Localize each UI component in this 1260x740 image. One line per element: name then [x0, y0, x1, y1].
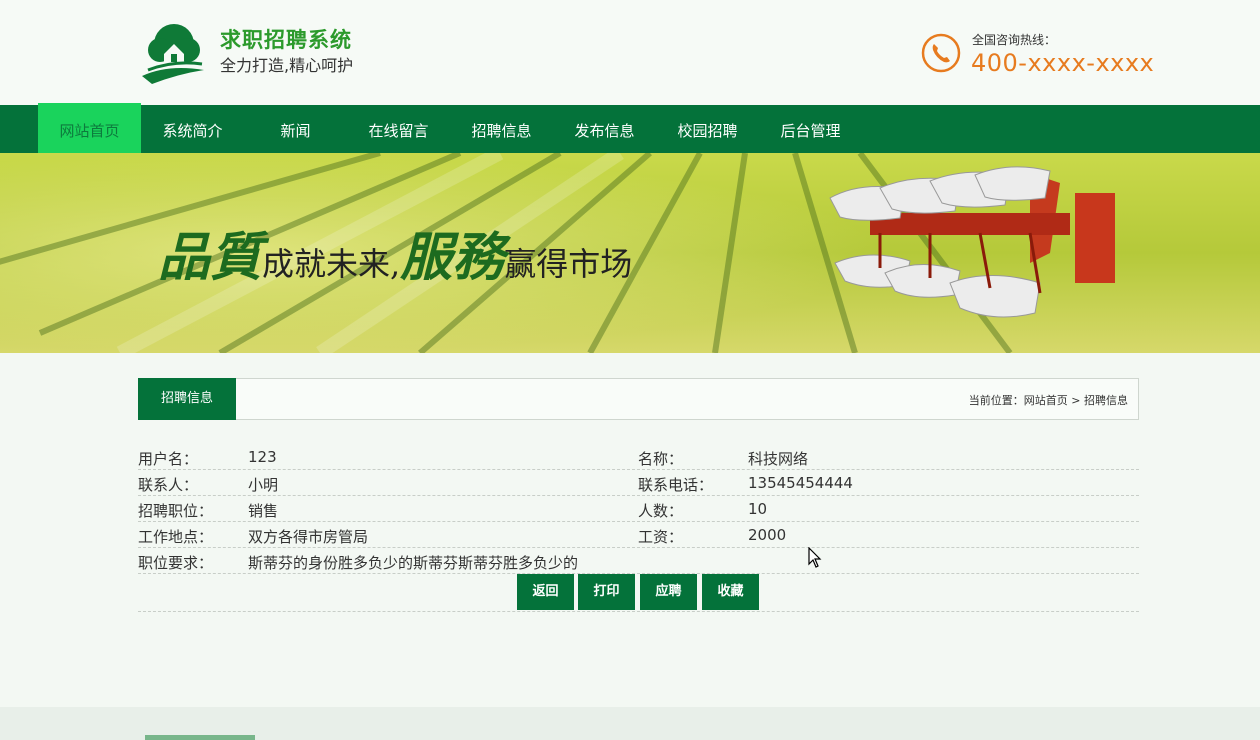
- banner-slogan-quality: 品質: [158, 227, 263, 288]
- site-header: 求职招聘系统 全力打造,精心呵护 全国咨询热线： 400-xxxx-xxxx: [0, 0, 1260, 105]
- site-footer: [0, 707, 1260, 740]
- hotline-number: 400-xxxx-xxxx: [971, 49, 1155, 77]
- action-bar: 返回 打印 应聘 收藏: [138, 574, 1139, 612]
- site-slogan: 全力打造,精心呵护: [220, 56, 354, 75]
- nav-item-campus[interactable]: 校园招聘: [656, 105, 759, 153]
- nav-item-messages[interactable]: 在线留言: [347, 105, 450, 153]
- username-label: 用户名：: [138, 450, 199, 468]
- hero-banner: 品質成就未来,服務赢得市场: [0, 153, 1260, 353]
- breadcrumb: 当前位置：网站首页 > 招聘信息: [968, 394, 1128, 407]
- house-tree-logo-icon: [142, 24, 204, 84]
- nav-item-news[interactable]: 新闻: [244, 105, 347, 153]
- phone-value: 13545454444: [748, 474, 853, 492]
- detail-row: 联系人： 小明 联系电话： 13545454444: [138, 470, 1139, 496]
- contact-value: 小明: [248, 476, 279, 494]
- phone-label: 联系电话：: [638, 476, 714, 494]
- nav-item-publish[interactable]: 发布信息: [553, 105, 656, 153]
- banner-slogan: 品質成就未来,服務赢得市场: [158, 215, 633, 288]
- phone-icon: [921, 33, 961, 73]
- location-label: 工作地点：: [138, 528, 214, 546]
- apply-button[interactable]: 应聘: [640, 574, 697, 610]
- salary-value: 2000: [748, 526, 787, 544]
- company-label: 名称：: [638, 450, 684, 468]
- mouse-cursor-icon: [808, 547, 822, 568]
- favorite-button[interactable]: 收藏: [702, 574, 759, 610]
- footer-heading-fragment: [145, 735, 255, 740]
- nav-item-jobs[interactable]: 招聘信息: [450, 105, 553, 153]
- headcount-label: 人数：: [638, 502, 684, 520]
- tab-job-info[interactable]: 招聘信息: [138, 378, 236, 420]
- detail-row: 工作地点： 双方各得市房管局 工资： 2000: [138, 522, 1139, 548]
- nav-item-about[interactable]: 系统简介: [141, 105, 244, 153]
- requirements-value: 斯蒂芬的身份胜多负少的斯蒂芬斯蒂芬胜多负少的: [248, 554, 579, 572]
- contact-label: 联系人：: [138, 476, 199, 494]
- location-value: 双方各得市房管局: [248, 528, 369, 546]
- detail-row: 招聘职位： 销售 人数： 10: [138, 496, 1139, 522]
- section-header: 招聘信息 当前位置：网站首页 > 招聘信息: [138, 378, 1139, 420]
- hotline-label: 全国咨询热线：: [972, 33, 1057, 47]
- print-button[interactable]: 打印: [578, 574, 635, 610]
- position-value: 销售: [248, 502, 279, 520]
- position-label: 招聘职位：: [138, 502, 214, 520]
- salary-label: 工资：: [638, 528, 684, 546]
- requirements-label: 职位要求：: [138, 554, 214, 572]
- back-button[interactable]: 返回: [517, 574, 574, 610]
- site-title: 求职招聘系统: [220, 28, 352, 52]
- nav-item-home[interactable]: 网站首页: [38, 103, 141, 155]
- username-value: 123: [248, 448, 277, 466]
- headcount-value: 10: [748, 500, 768, 518]
- banner-slogan-future: 成就未来,: [262, 245, 401, 283]
- nav-item-admin[interactable]: 后台管理: [759, 105, 862, 153]
- company-value: 科技网络: [748, 450, 809, 468]
- banner-slogan-market: 赢得市场: [504, 245, 633, 283]
- detail-row: 职位要求： 斯蒂芬的身份胜多负少的斯蒂芬斯蒂芬胜多负少的: [138, 548, 1139, 574]
- main-nav: 网站首页 系统简介 新闻 在线留言 招聘信息 发布信息 校园招聘 后台管理: [0, 103, 1260, 155]
- banner-slogan-service: 服務: [400, 227, 505, 288]
- detail-row: 用户名： 123 名称： 科技网络: [138, 444, 1139, 470]
